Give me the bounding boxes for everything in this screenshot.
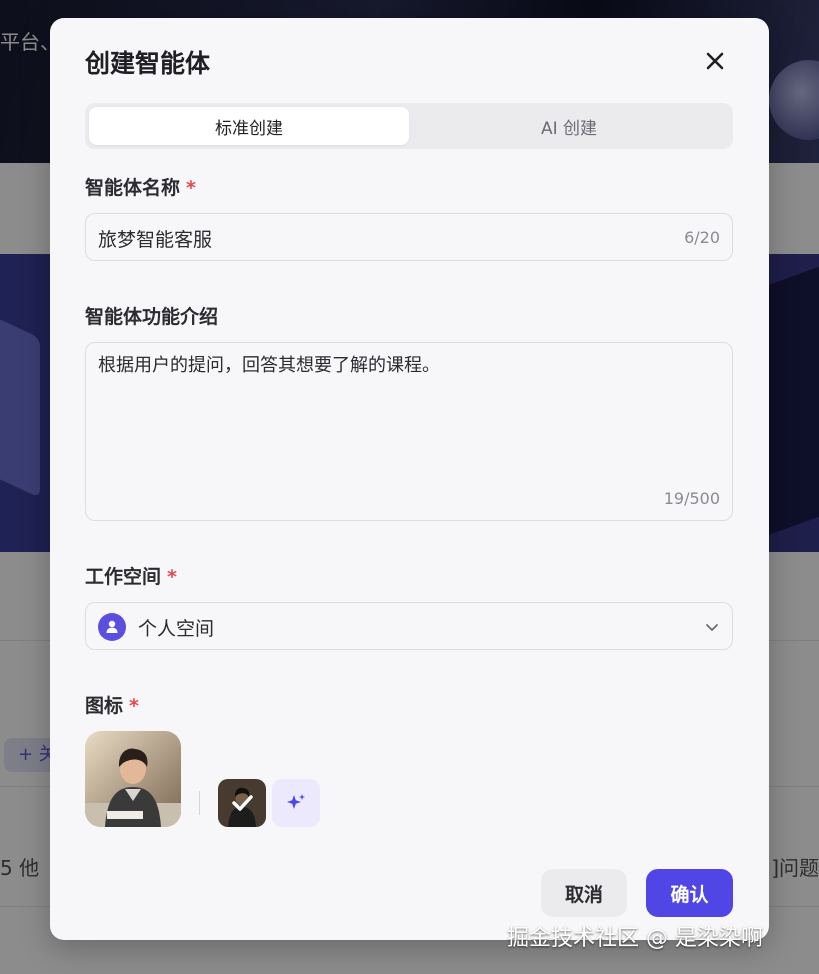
confirm-button[interactable]: 确认 [646, 869, 733, 917]
name-label-text: 智能体名称 [85, 177, 181, 199]
agent-avatar-image [85, 731, 181, 827]
workspace-select[interactable]: 个人空间 [85, 602, 733, 650]
workspace-label-text: 工作空间 [85, 566, 162, 588]
close-icon [706, 52, 724, 70]
cancel-button[interactable]: 取消 [541, 869, 627, 917]
tab-ai-create[interactable]: AI 创建 [409, 107, 729, 145]
description-char-counter: 19/500 [663, 489, 720, 508]
icon-label: 图标 * [85, 691, 139, 718]
required-mark: * [186, 177, 196, 199]
agent-icon-preview [85, 731, 181, 827]
name-label: 智能体名称 * [85, 173, 196, 200]
user-avatar-icon [98, 613, 126, 641]
workspace-value: 个人空间 [138, 618, 215, 640]
required-mark: * [167, 566, 177, 588]
agent-name-value: 旅梦智能客服 [98, 229, 213, 251]
create-mode-tabs: 标准创建 AI 创建 [85, 103, 733, 149]
close-button[interactable] [700, 46, 730, 76]
ai-generate-icon-button[interactable] [272, 779, 320, 827]
agent-description-value: 根据用户的提问，回答其想要了解的课程。 [98, 355, 440, 376]
icon-label-text: 图标 [85, 695, 124, 717]
agent-description-textarea[interactable]: 根据用户的提问，回答其想要了解的课程。 19/500 [85, 342, 733, 521]
tab-standard-create[interactable]: 标准创建 [89, 107, 409, 145]
description-label: 智能体功能介绍 [85, 302, 218, 329]
chevron-down-icon [706, 624, 718, 631]
description-label-text: 智能体功能介绍 [85, 306, 219, 328]
required-mark: * [129, 695, 139, 717]
icon-divider [199, 791, 200, 815]
workspace-label: 工作空间 * [85, 562, 177, 589]
agent-name-input[interactable]: 旅梦智能客服 6/20 [85, 213, 733, 261]
agent-avatar-thumbnail [218, 779, 266, 827]
watermark-text: 掘金技术社区 @ 是染染啊 [507, 926, 763, 951]
dialog-title: 创建智能体 [85, 49, 211, 78]
create-agent-dialog: 创建智能体 标准创建 AI 创建 智能体名称 * 旅梦智能客服 6/20 智能体功… [50, 18, 769, 940]
sparkle-icon [287, 794, 305, 809]
icon-option-selected[interactable] [218, 779, 266, 827]
name-char-counter: 6/20 [684, 228, 720, 247]
